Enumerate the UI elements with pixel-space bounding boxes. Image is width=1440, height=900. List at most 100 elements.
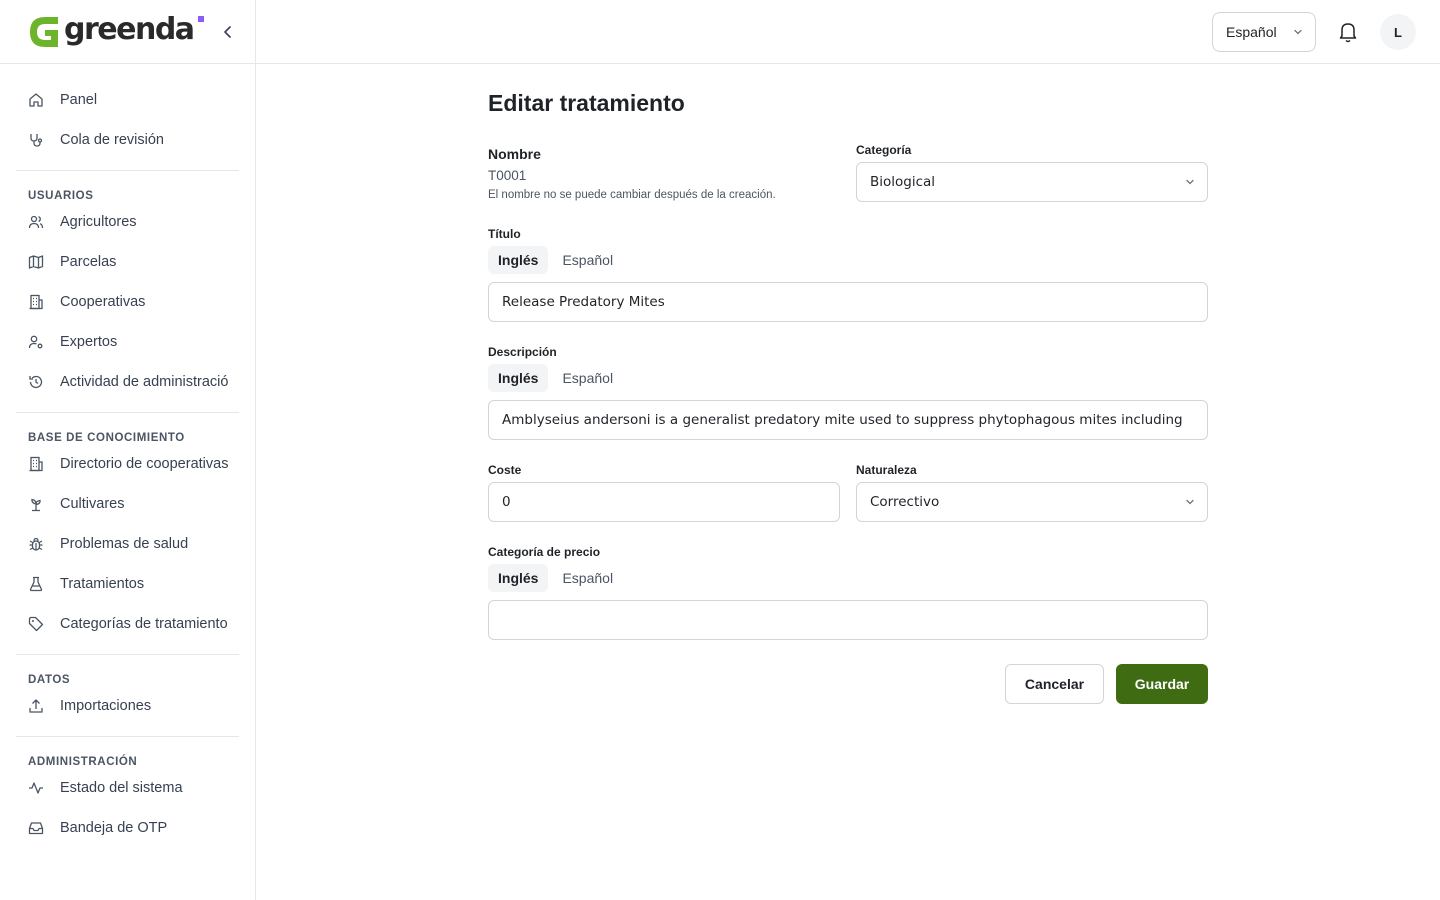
sidebar-item-treatments[interactable]: Tratamientos — [16, 564, 239, 604]
category-select-value: Biological — [870, 174, 936, 190]
topbar: Español L — [256, 0, 1440, 64]
bug-icon — [28, 536, 44, 552]
sidebar-item-health-problems[interactable]: Problemas de salud — [16, 524, 239, 564]
brand-logo[interactable]: greenda — [28, 11, 195, 49]
sidebar-item-review-queue[interactable]: Cola de revisión — [16, 120, 239, 160]
brand-name: greenda — [64, 11, 195, 47]
cost-input[interactable]: 0 — [488, 482, 840, 522]
chevron-down-icon — [1186, 499, 1194, 505]
sidebar-item-label: Panel — [60, 92, 98, 108]
language-select[interactable]: Español — [1212, 12, 1316, 52]
category-field-label: Categoría — [856, 143, 912, 157]
sidebar-item-label: Tratamientos — [60, 576, 145, 592]
logo-mark-icon — [30, 16, 58, 47]
sidebar-item-experts[interactable]: Expertos — [16, 322, 239, 362]
sidebar-item-cooperative-directory[interactable]: Directorio de cooperativas — [16, 444, 239, 484]
brand-dot — [198, 16, 204, 22]
avatar[interactable]: L — [1380, 14, 1416, 50]
divider — [16, 170, 239, 171]
cancel-button[interactable]: Cancelar — [1005, 664, 1104, 704]
nature-select-value: Correctivo — [870, 494, 940, 510]
user-cog-icon — [28, 334, 44, 350]
tab-title-english[interactable]: Inglés — [488, 246, 549, 274]
divider — [16, 736, 239, 737]
sidebar-item-treatment-categories[interactable]: Categorías de tratamiento — [16, 604, 239, 644]
stethoscope-icon — [28, 132, 44, 148]
section-title-data: DATOS — [28, 674, 71, 686]
nature-select[interactable]: Correctivo — [856, 482, 1208, 522]
sidebar-item-admin-activity[interactable]: Actividad de administración — [16, 362, 239, 402]
sidebar-item-label: Categorías de tratamiento — [60, 616, 228, 632]
activity-icon — [28, 780, 44, 796]
sidebar-item-label: Agricultores — [60, 214, 137, 230]
map-icon — [28, 254, 44, 270]
bell-icon — [1339, 23, 1357, 43]
section-title-users: USUARIOS — [28, 190, 94, 202]
sidebar-item-cooperatives[interactable]: Cooperativas — [16, 282, 239, 322]
tab-price-category-spanish[interactable]: Español — [552, 564, 623, 592]
sidebar-item-cultivars[interactable]: Cultivares — [16, 484, 239, 524]
title-input[interactable]: Release Predatory Mites — [488, 282, 1208, 322]
section-title-administration: ADMINISTRACIÓN — [28, 756, 138, 768]
flask-icon — [28, 576, 44, 592]
sidebar-item-label: Importaciones — [60, 698, 152, 714]
sidebar-item-system-status[interactable]: Estado del sistema — [16, 768, 239, 808]
description-field-label: Descripción — [488, 345, 557, 359]
notifications-button[interactable] — [1338, 20, 1358, 44]
tab-description-english[interactable]: Inglés — [488, 364, 549, 392]
sidebar-nav: Panel Cola de revisión USUARIOS Agricult… — [0, 64, 255, 848]
sidebar-item-parcels[interactable]: Parcelas — [16, 242, 239, 282]
divider — [16, 412, 239, 413]
price-category-language-tabs: Inglés Español — [488, 564, 623, 592]
page-title: Editar tratamiento — [488, 90, 685, 116]
name-field-value: T0001 — [488, 168, 527, 183]
upload-icon — [28, 698, 44, 714]
description-language-tabs: Inglés Español — [488, 364, 623, 392]
building-icon — [28, 456, 44, 472]
sidebar-header: greenda — [0, 0, 255, 64]
cost-field-label: Coste — [488, 463, 522, 477]
collapse-sidebar-button[interactable] — [218, 22, 238, 42]
building-icon — [28, 294, 44, 310]
nature-field-label: Naturaleza — [856, 463, 917, 477]
history-icon — [28, 374, 44, 390]
sidebar-item-label: Cooperativas — [60, 294, 146, 310]
sidebar-item-label: Expertos — [60, 334, 118, 350]
name-field-hint: El nombre no se puede cambiar después de… — [488, 189, 776, 201]
sidebar: greenda Panel Cola de revisión USUARIOS … — [0, 0, 256, 900]
chevron-left-icon — [224, 26, 231, 38]
sidebar-item-label: Actividad de administración — [60, 374, 228, 390]
sidebar-item-label: Cultivares — [60, 496, 125, 512]
divider — [16, 654, 239, 655]
sidebar-item-label: Problemas de salud — [60, 536, 189, 552]
save-button[interactable]: Guardar — [1116, 664, 1208, 704]
sidebar-item-label: Estado del sistema — [60, 780, 183, 796]
name-field-label: Nombre — [488, 146, 541, 162]
sprout-icon — [28, 496, 44, 512]
title-field-label: Título — [488, 227, 521, 241]
sidebar-item-label: Cola de revisión — [60, 132, 164, 148]
home-icon — [28, 92, 44, 108]
sidebar-item-label: Directorio de cooperativas — [60, 456, 228, 472]
tab-title-spanish[interactable]: Español — [552, 246, 623, 274]
users-icon — [28, 214, 44, 230]
tab-price-category-english[interactable]: Inglés — [488, 564, 549, 592]
sidebar-item-label: Parcelas — [60, 254, 117, 270]
sidebar-item-imports[interactable]: Importaciones — [16, 686, 239, 726]
title-language-tabs: Inglés Español — [488, 246, 623, 274]
sidebar-item-farmers[interactable]: Agricultores — [16, 202, 239, 242]
inbox-icon — [28, 820, 44, 836]
language-select-value: Español — [1226, 24, 1277, 40]
price-category-field-label: Categoría de precio — [488, 545, 601, 559]
category-select[interactable]: Biological — [856, 162, 1208, 202]
section-title-knowledge-base: BASE DE CONOCIMIENTO — [28, 432, 185, 444]
sidebar-item-label: Bandeja de OTP — [60, 820, 168, 836]
description-input[interactable]: Amblyseius andersoni is a generalist pre… — [488, 400, 1208, 440]
price-category-input[interactable] — [488, 600, 1208, 640]
sidebar-item-panel[interactable]: Panel — [16, 80, 239, 120]
sidebar-item-otp-inbox[interactable]: Bandeja de OTP — [16, 808, 239, 848]
chevron-down-icon — [1294, 29, 1302, 35]
tab-description-spanish[interactable]: Español — [552, 364, 623, 392]
chevron-down-icon — [1186, 179, 1194, 185]
tag-icon — [28, 616, 44, 632]
